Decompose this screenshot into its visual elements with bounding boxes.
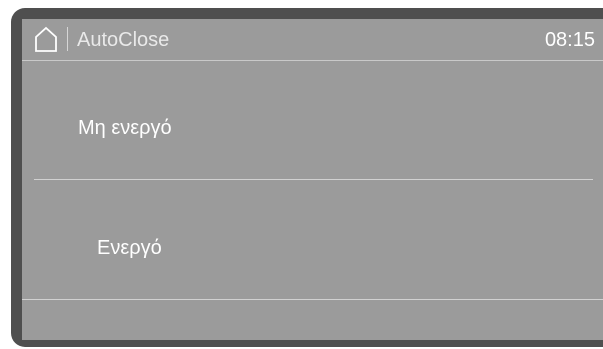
header-bar: AutoClose 08:15 xyxy=(22,19,603,60)
clock-time: 08:15 xyxy=(544,29,595,51)
page-title: AutoClose xyxy=(77,29,170,51)
header-divider xyxy=(67,27,68,51)
option-label: Ενεργό xyxy=(97,237,162,259)
option-inactive[interactable]: Μη ενεργό xyxy=(22,61,603,179)
option-divider xyxy=(22,299,603,300)
display-screen: AutoClose 08:15 Μη ενεργό Ενεργό xyxy=(22,19,603,340)
home-icon[interactable] xyxy=(33,26,59,52)
option-label: Μη ενεργό xyxy=(78,117,172,139)
option-active[interactable]: Ενεργό xyxy=(22,180,603,298)
